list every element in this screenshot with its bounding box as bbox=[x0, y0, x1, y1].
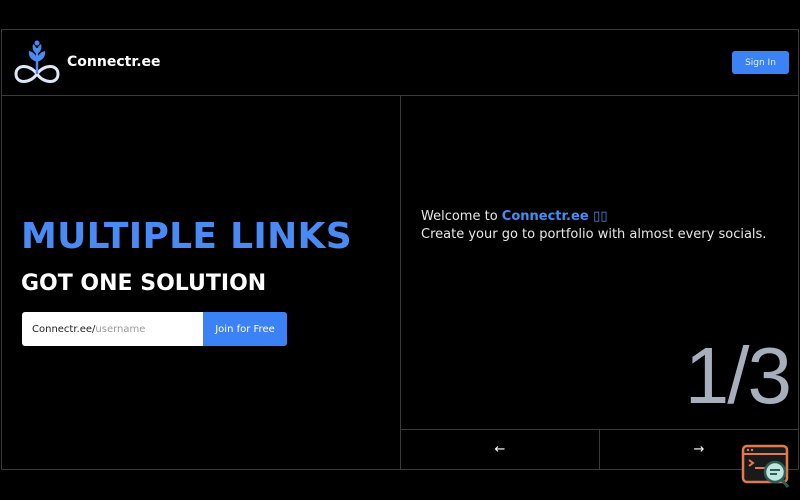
prev-slide-button[interactable]: ← bbox=[401, 430, 600, 469]
hero-headline: MULTIPLE LINKS bbox=[21, 216, 352, 257]
welcome-brand-text: Connectr.ee bbox=[501, 209, 589, 224]
arrow-right-icon: → bbox=[693, 442, 705, 457]
slider-nav: ← → bbox=[401, 429, 798, 469]
username-input[interactable] bbox=[95, 323, 206, 335]
slide-text: Welcome to Connectr.ee ▯▯ Create your go… bbox=[421, 208, 766, 244]
username-field[interactable]: Connectr.ee/ bbox=[22, 312, 206, 346]
slide-description: Create your go to portfolio with almost … bbox=[421, 227, 767, 242]
sign-in-button[interactable]: Sign In bbox=[732, 51, 789, 74]
navbar: Connectr.ee Sign In bbox=[2, 30, 798, 96]
signup-form: Connectr.ee/ Join for Free bbox=[22, 312, 287, 346]
slider-section: Welcome to Connectr.ee ▯▯ Create your go… bbox=[401, 96, 798, 469]
app-frame: Connectr.ee Sign In MULTIPLE LINKS GOT O… bbox=[1, 29, 799, 470]
welcome-brand: Connectr.ee ▯▯ bbox=[502, 209, 608, 224]
slide-counter: 1/3 bbox=[684, 331, 792, 420]
join-for-free-button[interactable]: Join for Free bbox=[203, 312, 287, 346]
welcome-emoji: ▯▯ bbox=[588, 209, 608, 224]
hero-subheadline: GOT ONE SOLUTION bbox=[21, 271, 267, 296]
welcome-line: Welcome to Connectr.ee ▯▯ bbox=[421, 208, 766, 226]
arrow-left-icon: ← bbox=[494, 442, 506, 457]
url-prefix: Connectr.ee/ bbox=[32, 323, 96, 335]
welcome-prefix: Welcome to bbox=[421, 209, 502, 224]
brand-name[interactable]: Connectr.ee bbox=[67, 54, 161, 70]
infinity-plant-logo-icon[interactable] bbox=[10, 38, 64, 88]
hero-section: MULTIPLE LINKS GOT ONE SOLUTION Connectr… bbox=[2, 96, 401, 469]
browser-search-widget-icon[interactable] bbox=[741, 444, 791, 490]
